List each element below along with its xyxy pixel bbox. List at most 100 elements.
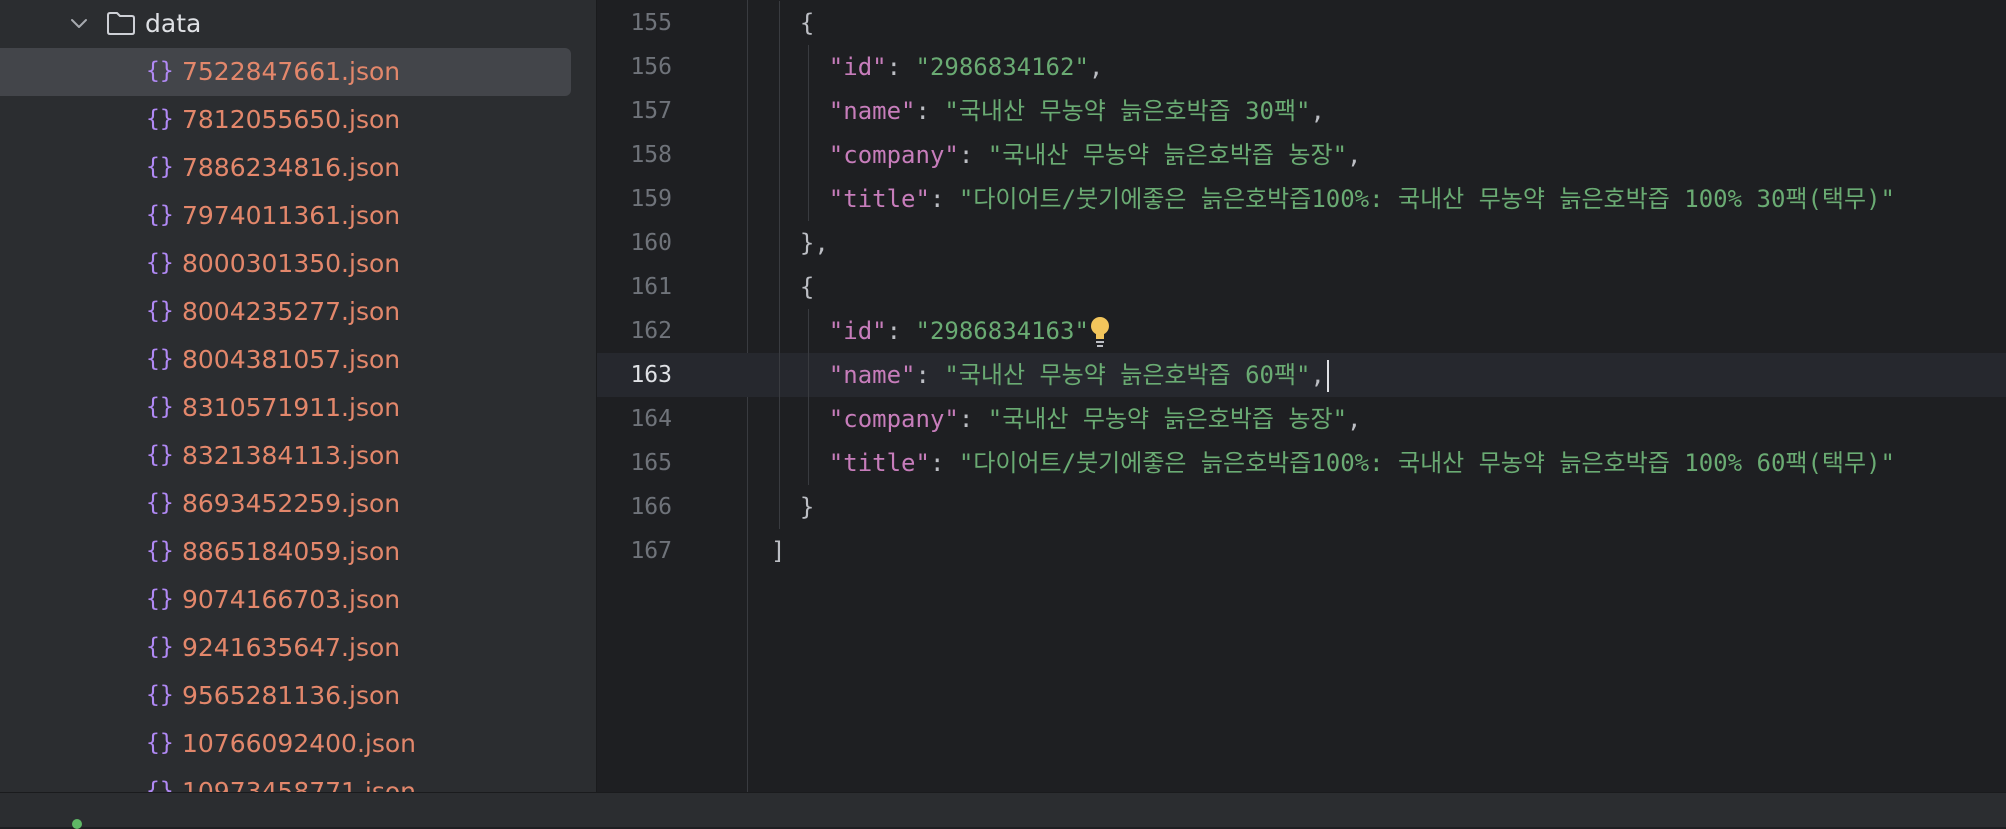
file-label: 9565281136.json [182,681,401,710]
code-line[interactable]: 159 "title": "다이어트/붓기에좋은 늙은호박즙100%: 국내산 무… [597,177,2006,221]
file-label: 8310571911.json [182,393,401,422]
file-item[interactable]: {} 9241635647.json [0,624,596,672]
file-item[interactable]: {} 8004381057.json [0,336,596,384]
json-file-icon: {} [146,634,174,660]
json-punctuation: : [886,317,916,345]
file-item[interactable]: {} 7974011361.json [0,192,596,240]
code-line[interactable]: 167] [597,529,2006,573]
indent-guide [807,441,809,485]
code-text: } [800,485,814,529]
json-file-icon: {} [146,346,174,372]
code-line[interactable]: 162 "id": "2986834163" [597,309,2006,353]
code-editor[interactable]: 155 {156 "id": "2986834162", 157 "name": "국내… [597,0,2006,792]
json-key: "name" [828,97,916,125]
json-key: "id" [828,317,887,345]
file-label: 10766092400.json [182,729,417,758]
line-number[interactable]: 160 [597,221,672,265]
indent-guide [779,397,780,441]
file-list: {} 7522847661.json {} 7812055650.json {} 7886… [0,48,596,792]
code-line[interactable]: 161 { [597,265,2006,309]
json-punctuation: , [1347,405,1362,433]
json-punctuation: ] [771,537,786,565]
folder-icon [107,12,135,35]
json-file-icon: {} [146,730,174,756]
code-line[interactable]: 166} [597,485,2006,529]
file-label: 9074166703.json [182,585,401,614]
line-number[interactable]: 159 [597,177,672,221]
code-line[interactable]: 160}, [597,221,2006,265]
json-file-icon: {} [146,298,174,324]
json-punctuation: : [915,97,945,125]
code-text: "company": "국내산 무농약 늙은호박즙 농장", [829,133,1362,177]
indent-guide [779,133,780,177]
line-number[interactable]: 157 [597,89,672,133]
file-label: 9241635647.json [182,633,401,662]
file-item[interactable]: {} 10766092400.json [0,720,596,768]
json-key: "title" [828,185,930,213]
indent-guide [779,45,780,89]
file-label: 8000301350.json [182,249,401,278]
code-line[interactable]: 164 "company": "국내산 무농약 늙은호박즙 농장", [597,397,2006,441]
file-label: 8693452259.json [182,489,401,518]
code-line[interactable]: 163 "name": "국내산 무농약 늙은호박즙 60팩", [597,353,2006,397]
file-label: 8004235277.json [182,297,401,326]
code-text: ] [771,529,785,573]
json-punctuation: { [799,9,815,37]
indent-guide [779,353,780,397]
code-line[interactable]: 155 { [597,1,2006,45]
file-item[interactable]: {} 10973458771.json [0,768,596,792]
json-file-icon: {} [146,538,174,564]
file-item[interactable]: {} 8004235277.json [0,288,596,336]
code-line[interactable]: 165 "title": "다이어트/붓기에좋은 늙은호박즙100%: 국내산 무… [597,441,2006,485]
file-label: 10973458771.json [182,777,417,792]
json-key: "name" [828,361,916,389]
file-label: 7886234816.json [182,153,401,182]
json-punctuation: : [915,361,945,389]
json-string: "국내산 무농약 늙은호박즙 농장" [987,405,1348,433]
line-number[interactable]: 167 [597,529,672,573]
file-label: 7812055650.json [182,105,401,134]
indent-guide [779,1,780,45]
file-item[interactable]: {} 8000301350.json [0,240,596,288]
file-item[interactable]: {} 8321384113.json [0,432,596,480]
json-punctuation: , [1088,53,1104,81]
line-number[interactable]: 162 [597,309,672,353]
indent-guide [779,265,780,309]
json-file-icon: {} [146,586,174,612]
line-number[interactable]: 156 [597,45,672,89]
json-string: "2986834163" [915,317,1089,345]
indent-guide [779,221,780,265]
indent-guide [807,309,809,353]
code-line[interactable]: 156 "id": "2986834162", [597,45,2006,89]
json-file-icon: {} [146,202,174,228]
line-number[interactable]: 163 [597,353,672,397]
file-item[interactable]: {} 7812055650.json [0,96,596,144]
lightbulb-icon[interactable] [1089,315,1111,349]
line-number[interactable]: 158 [597,133,672,177]
line-number[interactable]: 164 [597,397,672,441]
code-line[interactable]: 157 "name": "국내산 무농약 늙은호박즙 30팩", [597,89,2006,133]
code-line[interactable]: 158 "company": "국내산 무농약 늙은호박즙 농장", [597,133,2006,177]
file-item[interactable]: {} 9565281136.json [0,672,596,720]
file-item[interactable]: {} 8865184059.json [0,528,596,576]
code-text: { [800,265,814,309]
file-item[interactable]: {} 7886234816.json [0,144,596,192]
folder-label: data [145,9,202,38]
json-file-icon: {} [146,58,174,84]
json-string: "2986834162" [915,53,1089,81]
line-number[interactable]: 165 [597,441,672,485]
json-file-icon: {} [146,154,174,180]
line-number[interactable]: 161 [597,265,672,309]
folder-row-data[interactable]: data [0,0,596,48]
file-item[interactable]: {} 8310571911.json [0,384,596,432]
line-number[interactable]: 166 [597,485,672,529]
line-number[interactable]: 155 [597,1,672,45]
indent-guide [807,353,809,397]
file-item[interactable]: {} 9074166703.json [0,576,596,624]
indent-guide [807,45,809,89]
chevron-down-icon[interactable] [68,12,90,34]
file-item[interactable]: {} 7522847661.json [0,48,596,96]
file-item[interactable]: {} 8693452259.json [0,480,596,528]
indent-guide [779,441,780,485]
indent-guide [807,177,809,221]
